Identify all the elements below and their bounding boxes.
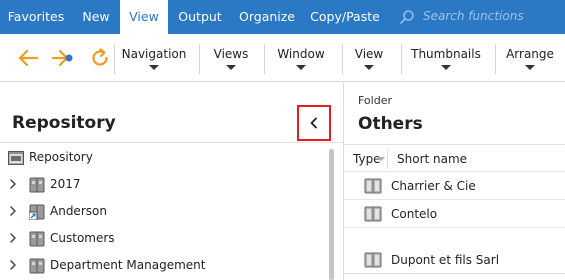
folder-panel: Folder Others Type Short name Charrier &… xyxy=(344,83,565,280)
cabinet-icon xyxy=(29,231,45,247)
caret-down-icon xyxy=(364,65,374,70)
tab-organize[interactable]: Organize xyxy=(232,0,302,34)
collapse-panel-button[interactable] xyxy=(297,105,331,141)
chevron-left-icon xyxy=(310,117,317,129)
column-header-short-name[interactable]: Short name xyxy=(397,152,467,166)
tab-favorites[interactable]: Favorites xyxy=(0,0,72,34)
toolbar-separator xyxy=(199,44,200,74)
tab-output[interactable]: Output xyxy=(170,0,230,34)
column-separator[interactable] xyxy=(387,149,388,169)
panel-divider xyxy=(0,142,343,143)
caret-down-icon xyxy=(149,65,159,70)
arrange-label: Arrange xyxy=(506,47,554,61)
search-icon[interactable] xyxy=(399,9,415,25)
toolbar: Navigation Views Window View Thumbnails … xyxy=(0,34,565,82)
search-functions-input[interactable]: Search functions xyxy=(423,0,524,34)
window-button[interactable]: Window xyxy=(270,34,332,80)
toolbar-separator xyxy=(495,44,496,74)
repository-panel: Repository Repository 2017 Anderson Cust… xyxy=(0,83,343,280)
tab-new[interactable]: New xyxy=(74,0,118,34)
folder-type-label: Folder xyxy=(358,94,392,107)
arrange-button[interactable]: Arrange xyxy=(502,34,558,80)
repository-title: Repository xyxy=(12,113,116,133)
caret-down-icon xyxy=(525,65,535,70)
toolbar-separator xyxy=(401,44,402,74)
tree-item-2017[interactable]: 2017 xyxy=(0,171,328,198)
tree-item-label: 2017 xyxy=(50,177,81,191)
chevron-right-icon[interactable] xyxy=(8,206,18,216)
cabinet-icon xyxy=(29,177,45,193)
tree-scrollbar[interactable] xyxy=(329,149,334,280)
sort-caret-icon[interactable] xyxy=(377,157,385,161)
tree-item-anderson[interactable]: Anderson xyxy=(0,198,328,225)
thumbnails-label: Thumbnails xyxy=(411,47,481,61)
tree-item-department-management[interactable]: Department Management xyxy=(0,252,328,279)
arrow-left-icon[interactable] xyxy=(16,46,40,70)
caret-down-icon xyxy=(226,65,236,70)
chevron-right-icon[interactable] xyxy=(8,233,18,243)
cabinet-link-icon xyxy=(29,204,45,220)
caret-down-icon xyxy=(296,65,306,70)
tree-item-label: Anderson xyxy=(50,204,107,218)
tree-item-label: Department Management xyxy=(50,258,206,272)
toolbar-separator xyxy=(264,44,265,74)
tab-copy-paste[interactable]: Copy/Paste xyxy=(304,0,386,34)
view-label: View xyxy=(354,47,384,61)
window-label: Window xyxy=(277,47,325,61)
navigation-button[interactable]: Navigation xyxy=(120,34,188,80)
views-label: Views xyxy=(213,47,249,61)
toolbar-separator xyxy=(114,44,115,74)
table-header: Type Short name xyxy=(344,144,565,172)
view-button[interactable]: View xyxy=(348,34,390,80)
toolbar-separator xyxy=(342,44,343,74)
arrow-right-dot-icon[interactable] xyxy=(50,46,74,70)
navigation-label: Navigation xyxy=(121,47,187,61)
row-short-name: Dupont et fils Sarl xyxy=(391,253,500,267)
cabinet-icon xyxy=(29,258,45,274)
tree-item-repository[interactable]: Repository xyxy=(0,144,328,171)
tree-item-label: Repository xyxy=(29,150,93,164)
cabinet-icon xyxy=(364,206,382,222)
caret-down-icon xyxy=(441,65,451,70)
tree-item-customers[interactable]: Customers xyxy=(0,225,328,252)
table-row[interactable]: Contelo xyxy=(344,201,565,228)
cabinet-icon xyxy=(364,252,382,268)
refresh-icon[interactable] xyxy=(88,46,112,70)
tree-item-label: Customers xyxy=(50,231,115,245)
ribbon-menubar: Favorites New View Output Organize Copy/… xyxy=(0,0,565,35)
row-short-name: Charrier & Cie xyxy=(391,179,476,193)
table-row[interactable]: Dupont et fils Sarl xyxy=(344,247,565,274)
cabinet-icon xyxy=(364,178,382,194)
folder-title: Others xyxy=(358,114,423,134)
table-row[interactable]: Charrier & Cie xyxy=(344,173,565,200)
row-short-name: Contelo xyxy=(391,207,438,221)
views-button[interactable]: Views xyxy=(206,34,256,80)
repository-icon xyxy=(8,151,24,165)
thumbnails-button[interactable]: Thumbnails xyxy=(407,34,485,80)
tab-view[interactable]: View xyxy=(120,0,168,35)
chevron-right-icon[interactable] xyxy=(8,260,18,270)
chevron-right-icon[interactable] xyxy=(8,179,18,189)
